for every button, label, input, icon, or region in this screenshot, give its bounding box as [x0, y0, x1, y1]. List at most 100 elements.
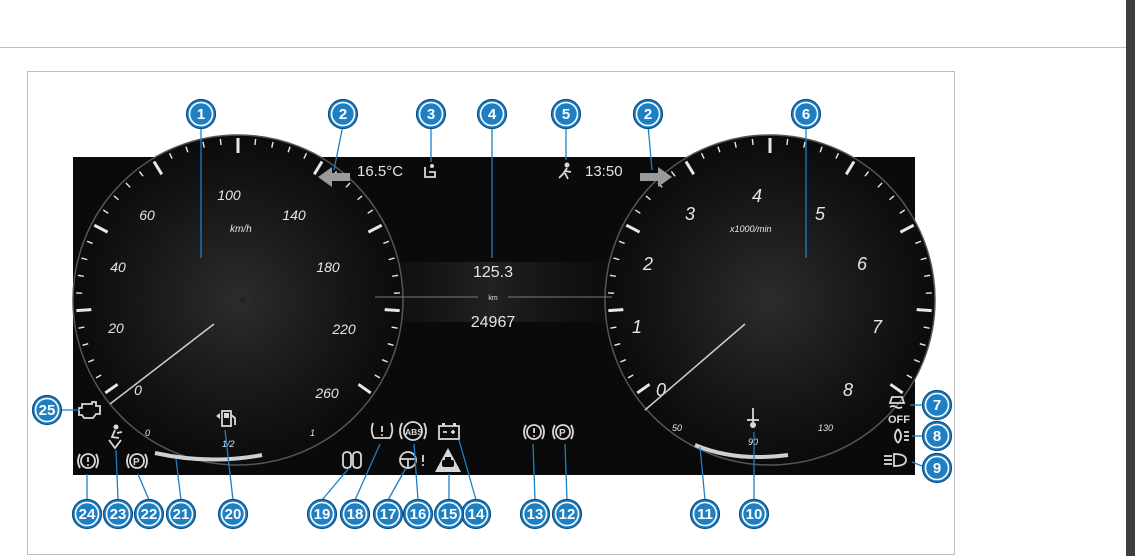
- speedometer-hub: [240, 297, 246, 303]
- speed-tick: [219, 138, 222, 146]
- callout-number: 12: [559, 506, 576, 523]
- callout-badge: 12: [551, 498, 583, 530]
- callout-badge: 23: [102, 498, 134, 530]
- tach-label: 4: [752, 186, 762, 206]
- speed-label: 180: [316, 259, 340, 275]
- callout-badge: 11: [689, 498, 721, 530]
- callout-badge: 22: [133, 498, 165, 530]
- callout-number: 1: [197, 106, 205, 123]
- callout-number: 14: [468, 506, 485, 523]
- callout-badge: 4: [476, 98, 508, 130]
- callout-badge: 7: [921, 389, 953, 421]
- callout-number: 9: [933, 460, 941, 477]
- coolant-label-high: 130: [818, 423, 833, 433]
- odometer: 24967: [471, 314, 516, 331]
- tach-label: 7: [872, 317, 883, 337]
- tach-tick: [916, 308, 932, 313]
- callout-number: 6: [802, 106, 810, 123]
- speed-tick: [384, 308, 400, 313]
- callout-badge: 18: [339, 498, 371, 530]
- callout-number: 7: [933, 397, 941, 414]
- tach-label: 3: [685, 204, 695, 224]
- tach-tick: [751, 138, 754, 146]
- callout-number: 23: [110, 506, 127, 523]
- speed-tick: [77, 274, 84, 277]
- outside-temperature: 16.5°C: [357, 163, 403, 180]
- speed-label: 100: [217, 187, 241, 203]
- parking-brake-letter-left: P: [133, 457, 140, 468]
- tach-label: 6: [857, 254, 868, 274]
- speed-tick: [76, 308, 92, 313]
- callout-number: 13: [527, 506, 544, 523]
- callout-number: 5: [562, 106, 570, 123]
- callout-badge: 15: [433, 498, 465, 530]
- callout-badge: 19: [306, 498, 338, 530]
- distance-unit: km: [488, 295, 498, 302]
- tach-tick: [786, 138, 789, 146]
- callout-number: 2: [644, 106, 652, 123]
- tach-tick: [924, 274, 931, 277]
- callout-badge: 5: [550, 98, 582, 130]
- callout-number: 2: [339, 106, 347, 123]
- coolant-label-mid: 90: [748, 437, 758, 447]
- callout-badge: 2: [327, 98, 359, 130]
- parking-brake-letter: P: [559, 428, 566, 439]
- callout-badge: 1: [185, 98, 217, 130]
- callout-number: 11: [697, 506, 713, 523]
- speed-label: 220: [331, 321, 356, 337]
- callout-badge: 2: [632, 98, 664, 130]
- callout-badge: 6: [790, 98, 822, 130]
- callout-number: 10: [746, 506, 763, 523]
- speedometer-face: [73, 135, 403, 465]
- callout-badge: 20: [217, 498, 249, 530]
- tach-unit: x1000/min: [729, 224, 772, 234]
- callout-badge: 24: [71, 498, 103, 530]
- coolant-label-low: 50: [672, 423, 682, 433]
- callout-number: 22: [141, 506, 158, 523]
- tach-label: 5: [815, 204, 826, 224]
- callout-number: 8: [933, 428, 941, 445]
- speed-label: 40: [110, 259, 126, 275]
- clock: 13:50: [585, 163, 623, 180]
- tach-tick: [609, 274, 616, 277]
- callout-number: 17: [380, 506, 397, 523]
- instrument-cluster-diagram: 0204060100140180220260 km/h 0 1/2 1 0123…: [31, 98, 953, 530]
- callout-badge: 17: [372, 498, 404, 530]
- tachometer-face: [605, 135, 935, 465]
- speed-label: 260: [314, 385, 339, 401]
- callout-badge: 25: [31, 394, 63, 426]
- callout-number: 25: [39, 402, 56, 419]
- speed-tick: [254, 138, 257, 146]
- callout-number: 4: [488, 106, 497, 123]
- abs-label: ABS: [405, 427, 423, 437]
- callout-badge: 21: [165, 498, 197, 530]
- esp-off-label: OFF: [888, 414, 910, 426]
- callout-badge: 16: [402, 498, 434, 530]
- speed-unit: km/h: [230, 224, 252, 235]
- callout-badge: 13: [519, 498, 551, 530]
- callout-badge: 9: [921, 452, 953, 484]
- speedometer: 0204060100140180220260 km/h 0 1/2 1: [72, 134, 404, 466]
- callout-number: 19: [314, 506, 331, 523]
- callout-badge: 10: [738, 498, 770, 530]
- callout-badge: 3: [415, 98, 447, 130]
- callout-number: 21: [173, 506, 190, 523]
- fuel-label-full: 1: [310, 428, 315, 438]
- callout-number: 18: [347, 506, 364, 523]
- callout-number: 3: [427, 106, 435, 123]
- trip-distance: 125.3: [473, 264, 513, 281]
- speed-tick: [392, 274, 399, 277]
- tachometer: 012345678 x1000/min 50 90 130: [604, 134, 936, 466]
- tach-label: 8: [843, 380, 853, 400]
- callout-number: 16: [410, 506, 427, 523]
- callout-number: 24: [79, 506, 96, 523]
- tach-label: 1: [632, 317, 642, 337]
- callout-badge: 14: [460, 498, 492, 530]
- fuel-label-half: 1/2: [222, 439, 235, 449]
- tach-tick: [608, 308, 624, 313]
- fuel-label-empty: 0: [145, 428, 150, 438]
- speed-label: 20: [107, 320, 124, 336]
- tach-label: 2: [642, 254, 653, 274]
- speed-label: 60: [139, 207, 155, 223]
- speed-label: 140: [282, 207, 306, 223]
